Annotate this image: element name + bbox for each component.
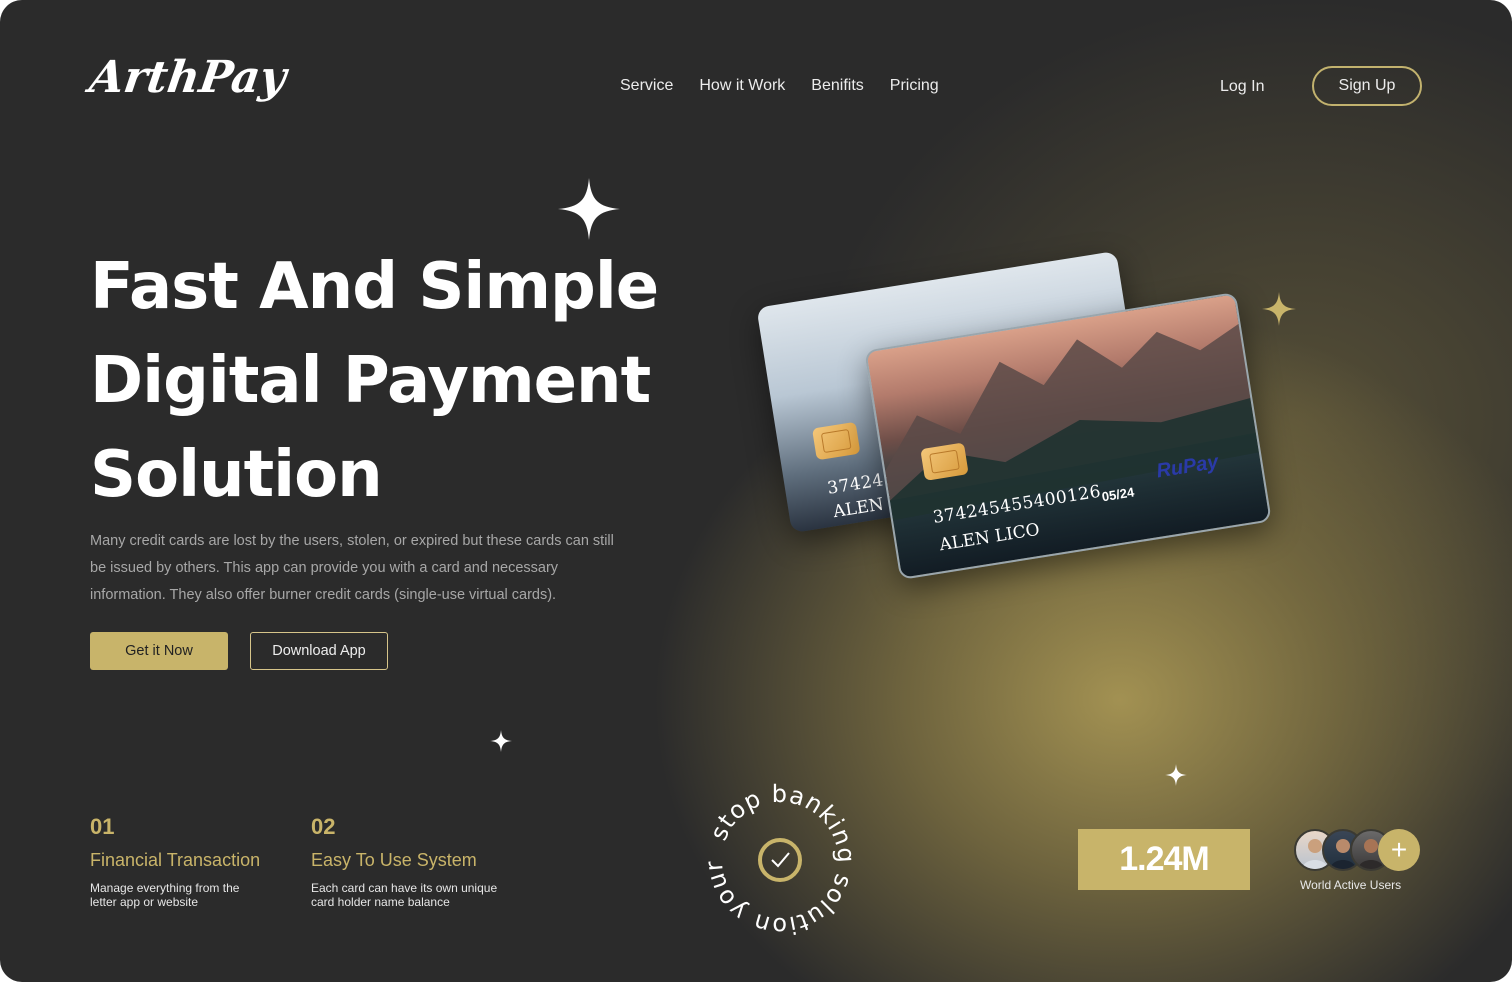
- card-chip-icon: [811, 421, 861, 461]
- circular-text-badge: stop banking solution your one: [700, 780, 860, 940]
- svg-text:stop banking solution your one: stop banking solution your one: [700, 780, 860, 940]
- nav-benifits[interactable]: Benifits: [811, 77, 863, 95]
- active-users-count: 1.24M: [1078, 829, 1250, 890]
- get-it-now-button[interactable]: Get it Now: [90, 632, 228, 670]
- feature-title: Financial Transaction: [90, 850, 261, 870]
- sparkle-icon: [490, 730, 512, 752]
- sparkle-icon: [1165, 764, 1187, 786]
- hero-title-line: Digital Payment: [90, 344, 651, 418]
- nav-service[interactable]: Service: [620, 77, 673, 95]
- card-illustration: 37424545 ALEN LIC 374245455400126 ALEN L…: [756, 240, 1280, 580]
- signup-button[interactable]: Sign Up: [1312, 66, 1422, 106]
- feature-item: 02 Easy To Use System Each card can have…: [311, 814, 501, 909]
- nav-how-it-work[interactable]: How it Work: [699, 77, 785, 95]
- hero-description: Many credit cards are lost by the users,…: [90, 533, 614, 603]
- feature-number: 01: [90, 814, 115, 839]
- sparkle-icon: [558, 178, 620, 240]
- avatar-group: +: [1294, 829, 1424, 873]
- logo[interactable]: ArthPay: [86, 52, 289, 103]
- check-icon: [771, 852, 790, 868]
- card-chip-icon: [920, 442, 969, 481]
- landing-page: ArthPay Service How it Work Benifits Pri…: [0, 0, 1512, 982]
- hero-title-line: Fast And Simple: [90, 250, 659, 324]
- circular-text: stop banking solution your one: [700, 780, 859, 940]
- download-app-button[interactable]: Download App: [250, 632, 388, 670]
- feature-title: Easy To Use System: [311, 850, 477, 870]
- check-circle-icon: [758, 838, 802, 882]
- add-user-icon[interactable]: +: [1378, 829, 1420, 871]
- hero-title: Fast And Simple Digital Payment Solution: [90, 240, 710, 522]
- feature-item: 01 Financial Transaction Manage everythi…: [90, 814, 260, 909]
- main-nav: Service How it Work Benifits Pricing: [620, 77, 939, 95]
- login-link[interactable]: Log In: [1220, 78, 1264, 96]
- feature-description: Manage everything from the letter app or…: [90, 881, 240, 909]
- hero-title-line: Solution: [90, 438, 383, 512]
- feature-description: Each card can have its own unique card h…: [311, 881, 498, 909]
- nav-pricing[interactable]: Pricing: [890, 77, 939, 95]
- active-users-label: World Active Users: [1300, 878, 1402, 892]
- feature-number: 02: [311, 814, 336, 839]
